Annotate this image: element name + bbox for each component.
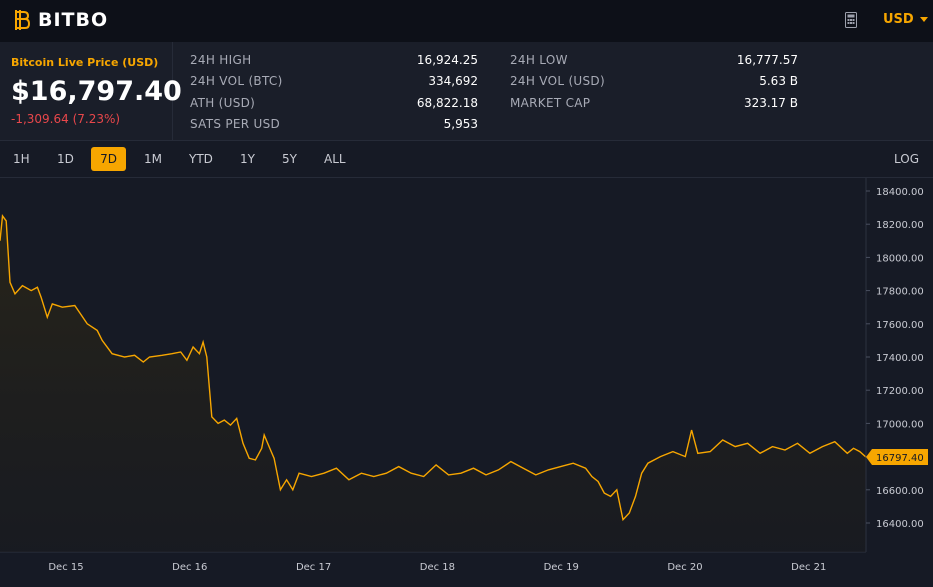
currency-label: USD bbox=[883, 12, 914, 27]
y-tick-label: 18400.00 bbox=[876, 187, 924, 198]
range-button-1y[interactable]: 1Y bbox=[234, 147, 261, 171]
calculator-icon bbox=[845, 12, 857, 28]
y-tick-label: 18200.00 bbox=[876, 220, 924, 231]
y-tick-label: 17800.00 bbox=[876, 287, 924, 298]
x-tick-label: Dec 15 bbox=[48, 562, 83, 573]
logo[interactable]: BITBO bbox=[12, 8, 108, 32]
currency-selector[interactable]: USD bbox=[883, 12, 928, 27]
stat-value-sats-per-usd: 5,953 bbox=[443, 117, 478, 131]
x-tick-label: Dec 19 bbox=[544, 562, 579, 573]
stat-value-24h-vol-btc: 334,692 bbox=[428, 74, 478, 88]
y-tick-label: 16400.00 bbox=[876, 519, 924, 530]
bitbo-b-icon bbox=[15, 10, 30, 30]
range-button-1m[interactable]: 1M bbox=[138, 147, 168, 171]
x-tick-label: Dec 21 bbox=[791, 562, 826, 573]
log-toggle[interactable]: LOG bbox=[888, 147, 925, 171]
y-tick-label: 17000.00 bbox=[876, 419, 924, 430]
stat-label-24h-high: 24H HIGH bbox=[190, 53, 252, 67]
y-tick-label: 17600.00 bbox=[876, 320, 924, 331]
y-tick-label: 17400.00 bbox=[876, 353, 924, 364]
range-bar: 1H 1D 7D 1M YTD 1Y 5Y ALL LOG bbox=[0, 141, 933, 178]
stat-label-24h-vol-usd: 24H VOL (USD) bbox=[510, 74, 605, 88]
stat-value-market-cap: 323.17 B bbox=[743, 96, 798, 110]
range-button-1d[interactable]: 1D bbox=[51, 147, 80, 171]
y-tick-label: 17200.00 bbox=[876, 386, 924, 397]
price-box: Bitcoin Live Price (USD) $16,797.40 -1,3… bbox=[0, 42, 182, 140]
app-name: BITBO bbox=[38, 9, 109, 31]
range-button-all[interactable]: ALL bbox=[318, 147, 352, 171]
stat-label-sats-per-usd: SATS PER USD bbox=[190, 117, 281, 131]
price-label: Bitcoin Live Price (USD) bbox=[11, 56, 159, 69]
current-price-tag-label: 16797.40 bbox=[876, 453, 924, 464]
top-bar: BITBO USD bbox=[0, 0, 933, 42]
price-change: -1,309.64 (7.23%) bbox=[11, 112, 121, 126]
price-value: $16,797.40 bbox=[11, 76, 182, 107]
price-chart[interactable]: Dec 15 Dec 16 Dec 17 Dec 18 Dec 19 Dec 20 Dec … bbox=[0, 178, 933, 583]
price-area bbox=[0, 215, 866, 552]
stats-panel: Bitcoin Live Price (USD) $16,797.40 -1,3… bbox=[0, 42, 933, 141]
stat-label-ath: ATH (USD) bbox=[190, 96, 256, 110]
x-tick-label: Dec 18 bbox=[420, 562, 455, 573]
y-tick-label: 18000.00 bbox=[876, 253, 924, 264]
x-tick-label: Dec 17 bbox=[296, 562, 331, 573]
stat-value-ath: 68,822.18 bbox=[416, 96, 478, 110]
stat-value-24h-vol-usd: 5.63 B bbox=[759, 74, 798, 88]
x-tick-label: Dec 20 bbox=[667, 562, 702, 573]
calculator-button[interactable] bbox=[845, 12, 857, 32]
stat-label-market-cap: MARKET CAP bbox=[510, 96, 591, 110]
x-tick-label: Dec 16 bbox=[172, 562, 207, 573]
price-chart-svg: Dec 15 Dec 16 Dec 17 Dec 18 Dec 19 Dec 20 Dec … bbox=[0, 178, 928, 573]
range-button-ytd[interactable]: YTD bbox=[183, 147, 219, 171]
range-button-5y[interactable]: 5Y bbox=[276, 147, 303, 171]
stat-label-24h-low: 24H LOW bbox=[510, 53, 568, 67]
stat-value-24h-low: 16,777.57 bbox=[736, 53, 798, 67]
range-button-7d[interactable]: 7D bbox=[91, 147, 126, 171]
caret-down-icon bbox=[919, 17, 928, 22]
stat-value-24h-high: 16,924.25 bbox=[416, 53, 478, 67]
stat-label-24h-vol-btc: 24H VOL (BTC) bbox=[190, 74, 283, 88]
range-button-1h[interactable]: 1H bbox=[7, 147, 36, 171]
y-tick-label: 16600.00 bbox=[876, 486, 924, 497]
